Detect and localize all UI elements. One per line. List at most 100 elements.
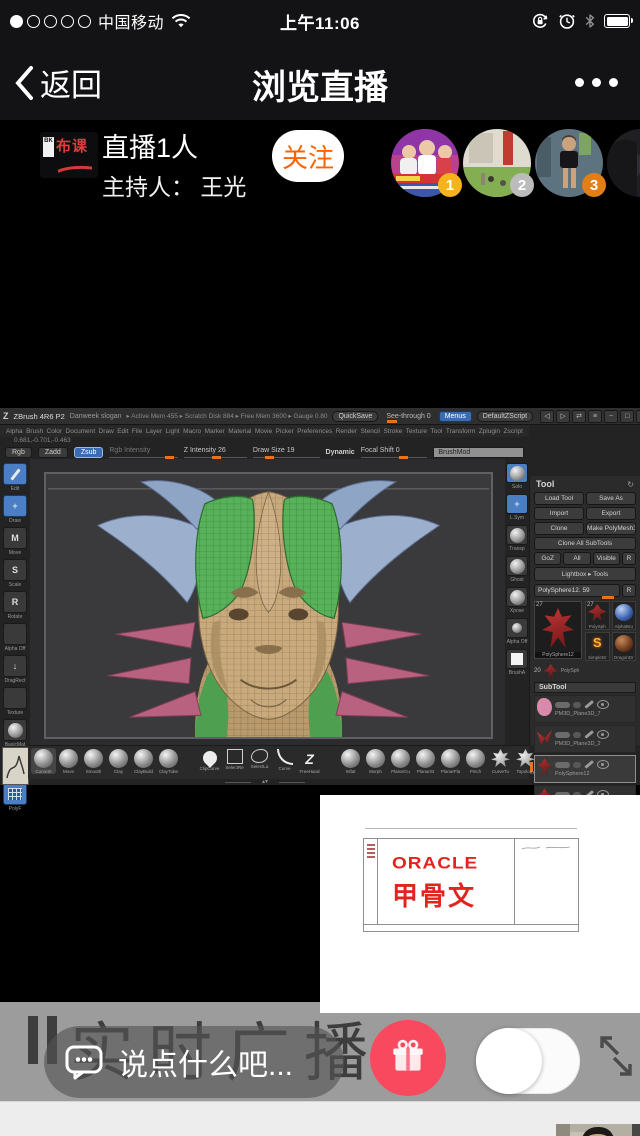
- zbrush-canvas[interactable]: [30, 459, 505, 745]
- brush-selectla[interactable]: SelectLa: [247, 748, 272, 769]
- tool-polyf[interactable]: PolyF: [2, 783, 28, 812]
- brush-claybuild[interactable]: ClayBuild: [131, 748, 156, 774]
- menu-item-alpha[interactable]: Alpha: [6, 428, 23, 435]
- tool-panel-button-save-as[interactable]: Save As: [586, 492, 636, 505]
- brush-planarcu[interactable]: PlanarCu: [388, 748, 413, 774]
- brush-curvest[interactable]: CurveSt: [31, 748, 56, 774]
- brush-curve[interactable]: Curve: [272, 748, 297, 771]
- tool-move[interactable]: MMove: [2, 527, 28, 556]
- window-button[interactable]: □: [620, 410, 634, 423]
- brush-planarfla[interactable]: PlanarFla: [438, 748, 463, 774]
- tool-solo[interactable]: Solo: [505, 463, 529, 490]
- tool-ghost[interactable]: Ghost: [505, 556, 529, 583]
- edit-icon[interactable]: [584, 730, 593, 738]
- webcam-overlay[interactable]: [556, 1124, 640, 1136]
- window-button[interactable]: ×: [636, 410, 640, 423]
- brush-clay[interactable]: Clay: [106, 748, 131, 774]
- tool-thumbnail[interactable]: 27PolySph: [585, 601, 610, 630]
- subtool-item[interactable]: PM3D_Plane3D_2: [534, 725, 636, 753]
- window-button[interactable]: −: [604, 410, 618, 423]
- menu-item-draw[interactable]: Draw: [99, 428, 114, 435]
- focal-shift-slider[interactable]: Focal Shift 0: [361, 447, 428, 458]
- tool-thumbnail[interactable]: AlphaBru: [612, 601, 637, 630]
- rgb-button[interactable]: Rgb: [5, 447, 32, 458]
- tool-edit[interactable]: Edit: [2, 463, 28, 492]
- extra-thumbnail[interactable]: 20 PolySph: [534, 664, 636, 678]
- tool-panel-button-all[interactable]: All: [563, 552, 590, 565]
- active-tool-slider[interactable]: PolySphere12. 59 R: [534, 584, 636, 597]
- menu-item-stroke[interactable]: Stroke: [383, 428, 402, 435]
- tool-panel-button-goz[interactable]: GoZ: [534, 552, 561, 565]
- viewer-avatar[interactable]: 3: [535, 129, 603, 197]
- tool-panel-button-import[interactable]: Import: [534, 507, 584, 520]
- defaultzscript-button[interactable]: DefaultZScript: [477, 411, 533, 422]
- window-button[interactable]: ◁: [540, 410, 554, 423]
- brush-move[interactable]: Move: [56, 748, 81, 774]
- brush-selectre[interactable]: SelectRe: [222, 748, 247, 770]
- tool-texture[interactable]: Texture: [2, 687, 28, 716]
- menu-item-zscript[interactable]: Zscript: [503, 428, 523, 435]
- viewer-avatar[interactable]: 2: [463, 129, 531, 197]
- brush-topology[interactable]: Topology: [513, 748, 538, 774]
- tool-brusha[interactable]: BrushA: [505, 649, 529, 676]
- gift-button[interactable]: [370, 1020, 446, 1096]
- menu-item-color[interactable]: Color: [47, 428, 63, 435]
- tool-panel-button-clone-all-subtools[interactable]: Clone All SubTools: [534, 537, 636, 550]
- tool-thumbnail[interactable]: SSimpleDr: [585, 632, 610, 661]
- expand-button[interactable]: [592, 1024, 638, 1094]
- menu-item-render[interactable]: Render: [336, 428, 357, 435]
- chat-input[interactable]: 说点什么吧...: [44, 1026, 344, 1098]
- tool-transp[interactable]: Transp: [505, 525, 529, 552]
- brushmod-field[interactable]: BrushMod: [433, 447, 524, 458]
- menu-item-picker[interactable]: Picker: [276, 428, 294, 435]
- viewer-avatar[interactable]: 1: [391, 129, 459, 197]
- tool-xpose[interactable]: Xpose: [505, 587, 529, 614]
- menu-item-brush[interactable]: Brush: [26, 428, 43, 435]
- draw-size-slider[interactable]: Draw Size 19: [253, 447, 320, 458]
- tool-draw[interactable]: +Draw: [2, 495, 28, 524]
- menu-item-layer[interactable]: Layer: [146, 428, 162, 435]
- menu-item-movie[interactable]: Movie: [255, 428, 272, 435]
- tool-alpha-off[interactable]: Alpha Off: [2, 623, 28, 652]
- window-button[interactable]: ▷: [556, 410, 570, 423]
- menu-item-transform[interactable]: Transform: [446, 428, 475, 435]
- menus-button[interactable]: Menus: [439, 411, 472, 422]
- tool-panel-button-visible[interactable]: Visible: [593, 552, 620, 565]
- window-button[interactable]: ≡: [588, 410, 602, 423]
- brush-smooth[interactable]: Smooth: [81, 748, 106, 774]
- zsub-button[interactable]: Zsub: [74, 447, 104, 458]
- subtool-header[interactable]: SubTool: [534, 682, 636, 693]
- broadcast-toggle[interactable]: [476, 1028, 580, 1094]
- tool-basicmat[interactable]: BasicMat: [2, 719, 28, 748]
- brush-curvetu[interactable]: CurveTu: [488, 748, 513, 774]
- visibility-eye-icon[interactable]: [597, 760, 609, 769]
- menu-item-tool[interactable]: Tool: [430, 428, 442, 435]
- brush-morph[interactable]: Morph: [363, 748, 388, 774]
- tool-l-sym[interactable]: +L.Sym: [505, 494, 529, 521]
- menu-item-marker[interactable]: Marker: [205, 428, 225, 435]
- tool-panel-button-load-tool[interactable]: Load Tool: [534, 492, 584, 505]
- active-tool-thumbnail[interactable]: 27 PolySphere12: [534, 601, 582, 659]
- tool-panel-button-clone[interactable]: Clone: [534, 522, 584, 535]
- restore-button[interactable]: R: [622, 584, 636, 597]
- seethrough-slider[interactable]: See-through 0: [383, 412, 433, 421]
- menu-item-texture[interactable]: Texture: [406, 428, 427, 435]
- visibility-eye-icon[interactable]: [597, 730, 609, 739]
- menu-item-document[interactable]: Document: [66, 428, 96, 435]
- refresh-icon[interactable]: ↻: [627, 480, 634, 489]
- tool-dragrect[interactable]: ↓DragRect: [2, 655, 28, 684]
- subtool-item[interactable]: PolySphere12: [534, 755, 636, 783]
- tool-panel-button-lightbox-tools[interactable]: Lightbox ▸ Tools: [534, 567, 636, 581]
- subtool-item[interactable]: PM3D_Plane3D_7: [534, 695, 636, 723]
- viewer-avatar[interactable]: [607, 129, 640, 197]
- brush-planarst[interactable]: PlanarSt: [413, 748, 438, 774]
- menu-item-file[interactable]: File: [132, 428, 142, 435]
- quicksketch-icon[interactable]: [2, 747, 29, 785]
- z-intensity-slider[interactable]: Z Intensity 26: [184, 447, 247, 458]
- brush-clipcurve[interactable]: ClipCurve: [197, 748, 222, 771]
- menu-item-preferences[interactable]: Preferences: [297, 428, 332, 435]
- edit-icon[interactable]: [584, 700, 593, 708]
- menu-item-edit[interactable]: Edit: [117, 428, 128, 435]
- menu-item-light[interactable]: Light: [166, 428, 180, 435]
- menu-item-zplugin[interactable]: Zplugin: [479, 428, 500, 435]
